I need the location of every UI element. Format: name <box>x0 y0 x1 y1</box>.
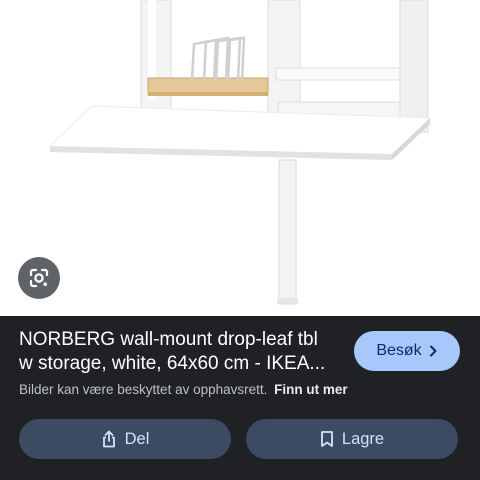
learn-more-link[interactable]: Finn ut mer <box>274 382 348 397</box>
save-button-label: Lagre <box>341 429 385 448</box>
result-title[interactable]: NORBERG wall-mount drop-leaf tbl w stora… <box>19 328 344 376</box>
bookmark-icon <box>320 430 334 448</box>
result-title-line-1[interactable]: NORBERG wall-mount drop-leaf tbl <box>19 328 344 352</box>
copyright-notice: Bilder kan være beskyttet av opphavsrett… <box>19 382 348 397</box>
product-image[interactable] <box>0 0 480 316</box>
visit-button[interactable]: Besøk <box>354 331 460 371</box>
copyright-notice-text: Bilder kan være beskyttet av opphavsrett… <box>19 382 268 397</box>
share-icon <box>101 430 117 448</box>
chevron-right-icon <box>428 345 438 357</box>
google-lens-icon <box>28 267 50 289</box>
share-button-label: Del <box>124 429 150 448</box>
google-lens-button[interactable] <box>18 257 60 299</box>
share-button[interactable]: Del <box>19 419 231 459</box>
visit-button-label: Besøk <box>376 342 422 359</box>
result-title-line-2[interactable]: w storage, white, 64x60 cm - IKEA... <box>19 352 344 376</box>
save-button[interactable]: Lagre <box>246 419 458 459</box>
